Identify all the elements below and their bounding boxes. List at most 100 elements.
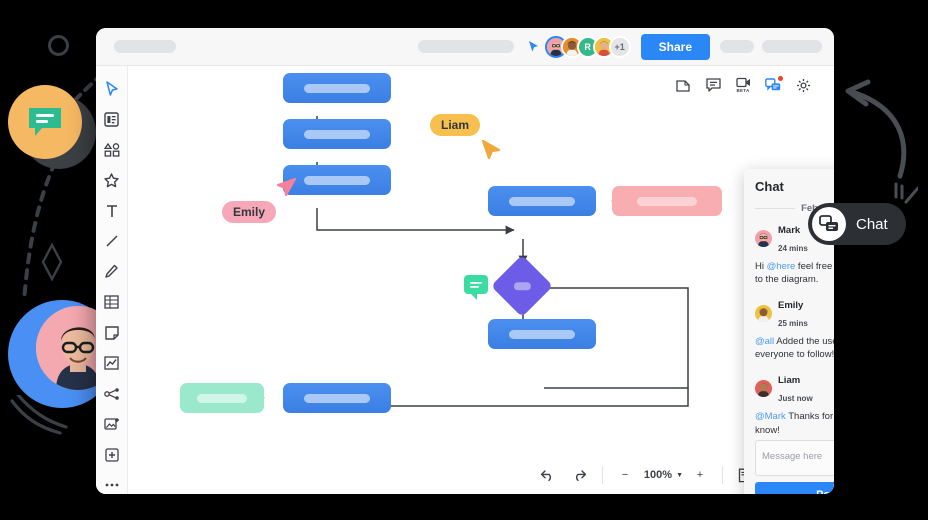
sidebar-item-sticky-note-tool[interactable] xyxy=(101,324,123,342)
zoom-in-button[interactable]: + xyxy=(685,462,715,488)
sidebar-item-chart-tool[interactable] xyxy=(101,355,123,373)
cursor-arrow-emily xyxy=(276,176,298,198)
chat-panel-header: Chat ✕ xyxy=(744,169,834,201)
chat-mention[interactable]: @here xyxy=(767,261,796,272)
comment-lines-icon xyxy=(469,280,483,290)
window-body: BETA xyxy=(96,66,834,494)
chat-message-time: 24 mins xyxy=(778,244,808,253)
sidebar-item-more-tool[interactable] xyxy=(101,477,123,495)
header-placeholder-center xyxy=(418,40,514,53)
chat-fab-icon xyxy=(812,207,846,241)
node-label-placeholder xyxy=(304,84,371,93)
callout-placeholder xyxy=(197,394,247,403)
chat-message-body: @all Added the user flowchart for everyo… xyxy=(755,335,834,361)
chat-message: Emily 25 mins @all Added the user flowch… xyxy=(755,295,834,361)
chat-message-header: Liam Just now xyxy=(755,370,834,406)
callout-placeholder xyxy=(637,197,698,206)
chat-message-body: Hi @here feel free to add sheets to the … xyxy=(755,260,834,286)
node-label-placeholder xyxy=(509,197,576,206)
sparkle-icon xyxy=(38,243,66,281)
collaborator-avatars[interactable]: R +1 xyxy=(545,36,631,58)
sidebar-item-text-tool[interactable] xyxy=(101,202,123,220)
chat-message-list[interactable]: Mark 24 mins Hi @here feel free to add s… xyxy=(744,220,834,438)
chat-bubble-icon xyxy=(26,105,64,139)
sidebar-item-image-tool[interactable] xyxy=(101,416,123,434)
sidebar-item-mindmap-tool[interactable] xyxy=(101,385,123,403)
chat-message: Liam Just now @Mark Thanks for letting u… xyxy=(755,370,834,436)
zoom-level-value[interactable]: 100% xyxy=(642,469,674,481)
sidebar-item-add-tool[interactable] xyxy=(101,446,123,464)
sidebar-item-pen-tool[interactable] xyxy=(101,263,123,281)
node-label-placeholder xyxy=(304,176,371,185)
node-label-placeholder xyxy=(304,130,371,139)
chat-panel-title: Chat xyxy=(755,179,784,194)
dashed-path-lower xyxy=(8,130,88,310)
sidebar-item-star-tool[interactable] xyxy=(101,172,123,190)
avatar xyxy=(755,305,772,322)
cursor-tag-liam: Liam xyxy=(430,114,480,136)
divider-line xyxy=(755,208,795,209)
chat-mention[interactable]: @all xyxy=(755,336,774,347)
toolbar-divider xyxy=(722,466,723,484)
tool-sidebar xyxy=(96,66,128,494)
flow-node-6[interactable] xyxy=(283,383,391,413)
bubble-badge-shadow xyxy=(22,95,96,169)
avatar xyxy=(755,380,772,397)
sidebar-item-line-tool[interactable] xyxy=(101,233,123,251)
avatar xyxy=(755,230,772,247)
chat-input-container[interactable]: Message here @ ☺ xyxy=(755,440,834,476)
toolbar-divider xyxy=(602,466,603,484)
sidebar-item-table-tool[interactable] xyxy=(101,294,123,312)
flow-node-2[interactable] xyxy=(283,119,391,149)
chat-message-author: Mark xyxy=(778,225,800,236)
header-placeholder-left xyxy=(114,40,176,53)
decorative-ring xyxy=(48,35,69,56)
flow-node-4[interactable] xyxy=(488,186,596,216)
chat-floating-button[interactable]: Chat xyxy=(808,203,906,245)
pink-callout-shape[interactable] xyxy=(612,186,722,216)
flow-node-3[interactable] xyxy=(283,165,391,195)
chevron-down-icon[interactable]: ▼ xyxy=(676,472,683,479)
chat-message-body: @Mark Thanks for letting us know! xyxy=(755,410,834,436)
canvas-comment-chip[interactable] xyxy=(464,275,488,294)
zoom-out-button[interactable]: − xyxy=(610,462,640,488)
app-window: R +1 Share xyxy=(96,28,834,494)
chat-message-author: Emily xyxy=(778,300,803,311)
cursor-arrow-liam xyxy=(480,138,502,160)
cursor-tag-emily: Emily xyxy=(222,201,276,223)
header-placeholder-r2 xyxy=(762,40,822,53)
flow-node-1[interactable] xyxy=(283,73,391,103)
chat-text-before: Hi xyxy=(755,261,767,272)
post-message-button[interactable]: Post xyxy=(755,482,834,494)
diagram-canvas[interactable]: BETA xyxy=(128,66,834,494)
avatar-face-icon xyxy=(755,230,772,247)
chat-message-time: Just now xyxy=(778,394,813,403)
chat-message-header: Emily 25 mins xyxy=(755,295,834,331)
node-label-placeholder xyxy=(514,282,531,290)
chat-bubbles-icon xyxy=(819,215,839,233)
chat-message-author: Liam xyxy=(778,375,800,386)
header-placeholder-r1 xyxy=(720,40,754,53)
sidebar-item-template-tool[interactable] xyxy=(101,111,123,129)
undo-button[interactable] xyxy=(533,462,563,488)
chat-mention[interactable]: @Mark xyxy=(755,411,786,422)
avatar-face-icon xyxy=(755,305,772,322)
sidebar-item-shapes-tool[interactable] xyxy=(101,141,123,159)
flow-node-5[interactable] xyxy=(488,319,596,349)
avatar-overflow-count[interactable]: +1 xyxy=(609,36,631,58)
curved-arrow-icon xyxy=(834,76,924,181)
window-header: R +1 Share xyxy=(96,28,834,66)
header-placeholders-right xyxy=(720,40,822,53)
presence-cursor-icon xyxy=(528,40,539,53)
sidebar-item-cursor-select-tool[interactable] xyxy=(101,80,123,98)
node-label-placeholder xyxy=(509,330,576,339)
chat-message-time: 25 mins xyxy=(778,319,808,328)
node-label-placeholder xyxy=(304,394,371,403)
share-button[interactable]: Share xyxy=(641,34,710,60)
swoosh-lines xyxy=(8,395,68,440)
avatar-face-icon xyxy=(755,380,772,397)
redo-button[interactable] xyxy=(565,462,595,488)
mint-callout-shape[interactable] xyxy=(180,383,264,413)
chat-input-placeholder: Message here xyxy=(762,451,822,462)
chat-bubble-badge xyxy=(8,85,82,159)
